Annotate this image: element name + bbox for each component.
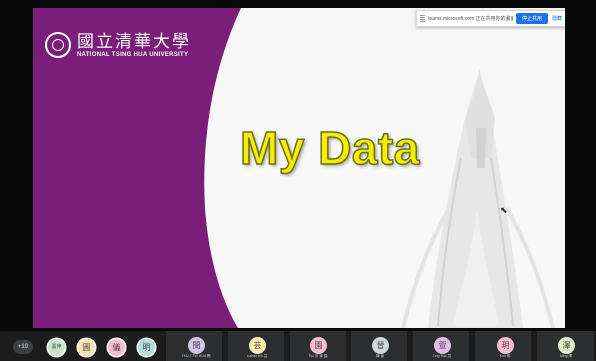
share-message: teams.microsoft.com 正在共用你的畫面。 <box>428 16 513 22</box>
logo-english-name: NATIONAL TSING HUA UNIVERSITY <box>77 51 189 58</box>
monument-graphic <box>401 68 555 328</box>
more-participants-button[interactable]: +10 <box>13 340 33 354</box>
slide-title: My Data <box>239 121 420 175</box>
participant-avatar[interactable]: 玥 <box>497 337 514 354</box>
hide-button[interactable]: 隱藏 <box>552 15 562 22</box>
participant-avatar[interactable]: 薏萍 <box>48 339 65 356</box>
participant-name: Tsu 洪 家 園 <box>308 354 328 358</box>
participant-name: TKU-T.TW HUA 閔 <box>181 354 211 358</box>
university-logo: 國立清華大學 NATIONAL TSING HUA UNIVERSITY <box>45 32 191 58</box>
drag-handle-icon[interactable] <box>420 14 425 23</box>
participant-avatar[interactable]: 圓 <box>78 339 95 356</box>
participant-avatar[interactable]: 萱 <box>434 337 451 354</box>
participant-name: Ting Tsai 萱 <box>432 354 452 358</box>
logo-chinese-name: 國立清華大學 <box>77 31 191 52</box>
shared-screen-slide: 國立清華大學 NATIONAL TSING HUA UNIVERSITY My … <box>33 8 565 328</box>
stop-sharing-button[interactable]: 停止共用 <box>515 13 548 24</box>
participant-avatar[interactable]: 儀 <box>108 339 125 356</box>
university-seal-icon <box>45 32 71 58</box>
participant-avatar[interactable]: 明 <box>138 339 155 356</box>
participant-avatar[interactable]: 園 <box>310 337 327 354</box>
participant-name: a.shao tch 芸 <box>246 354 268 358</box>
participant-avatar[interactable]: 澤 <box>558 337 575 354</box>
participant-avatar[interactable]: 晉 <box>372 337 389 354</box>
participant-name: Kuo 玥 <box>499 354 511 358</box>
participant-name: Ming 澤 <box>559 354 573 358</box>
participant-avatar[interactable]: 芸 <box>249 337 266 354</box>
participant-avatar[interactable]: 閔 <box>188 337 205 354</box>
mouse-cursor-icon: ⬉ <box>500 205 508 215</box>
participant-name: 陳 晉 <box>376 354 384 358</box>
screen-share-bar: teams.microsoft.com 正在共用你的畫面。 停止共用 隱藏 <box>416 10 565 27</box>
